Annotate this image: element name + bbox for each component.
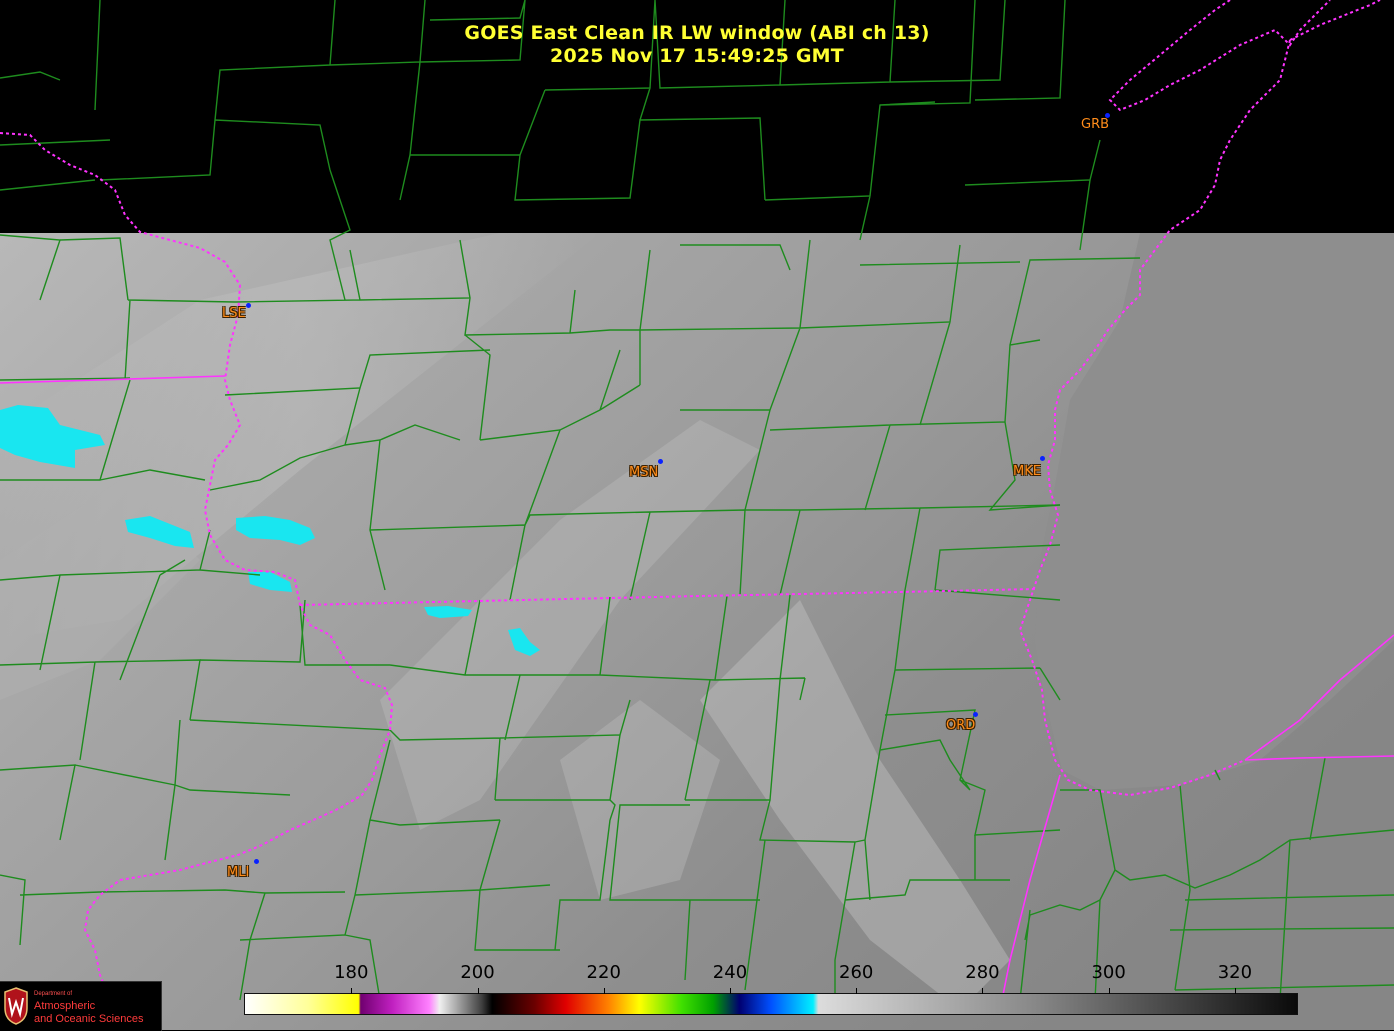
colorbar-tick-mark (982, 988, 984, 994)
station-label-mke: MKE (1013, 464, 1041, 479)
colorbar-tick-label: 180 (334, 962, 369, 983)
map-title: GOES East Clean IR LW window (ABI ch 13) (464, 22, 930, 44)
temperature-colorbar (244, 993, 1298, 1015)
colorbar-tick-mark (1234, 988, 1236, 994)
station-dot-mke (1040, 456, 1045, 461)
colorbar-tick-mark (603, 988, 605, 994)
colorbar-tick-label: 260 (839, 962, 874, 983)
station-label-lse: LSE (222, 306, 246, 321)
station-dot-msn (658, 459, 663, 464)
station-dot-lse (246, 303, 251, 308)
colorbar-tick-mark (729, 988, 731, 994)
station-label-ord: ORD (946, 718, 976, 733)
colorbar-tick-mark (351, 988, 353, 994)
logo-line-2: Atmospheric (34, 1000, 96, 1012)
colorbar-tick-label: 300 (1091, 962, 1126, 983)
aos-logo: Department of Atmospheric and Oceanic Sc… (0, 981, 162, 1031)
colorbar-tick-label: 240 (712, 962, 748, 983)
colorbar-tick-mark (856, 988, 858, 994)
station-dot-ord (973, 712, 978, 717)
station-label-mli: MLI (227, 865, 250, 880)
logo-line-1: Department of (34, 991, 73, 997)
colorbar-tick-mark (1108, 988, 1110, 994)
colorbar-tick-label: 200 (460, 962, 495, 983)
logo-line-3: and Oceanic Sciences (34, 1013, 144, 1025)
station-label-msn: MSN (629, 465, 659, 480)
uw-crest-icon (4, 987, 28, 1025)
satellite-map (0, 0, 1394, 1030)
colorbar-tick-label: 320 (1217, 962, 1253, 983)
colorbar-tick-mark (477, 988, 479, 994)
station-dot-mli (254, 859, 259, 864)
map-timestamp: 2025 Nov 17 15:49:25 GMT (550, 45, 844, 67)
colorbar-tick-label: 220 (586, 962, 621, 983)
colorbar-tick-label: 280 (965, 962, 1000, 983)
station-label-grb: GRB (1081, 117, 1110, 132)
